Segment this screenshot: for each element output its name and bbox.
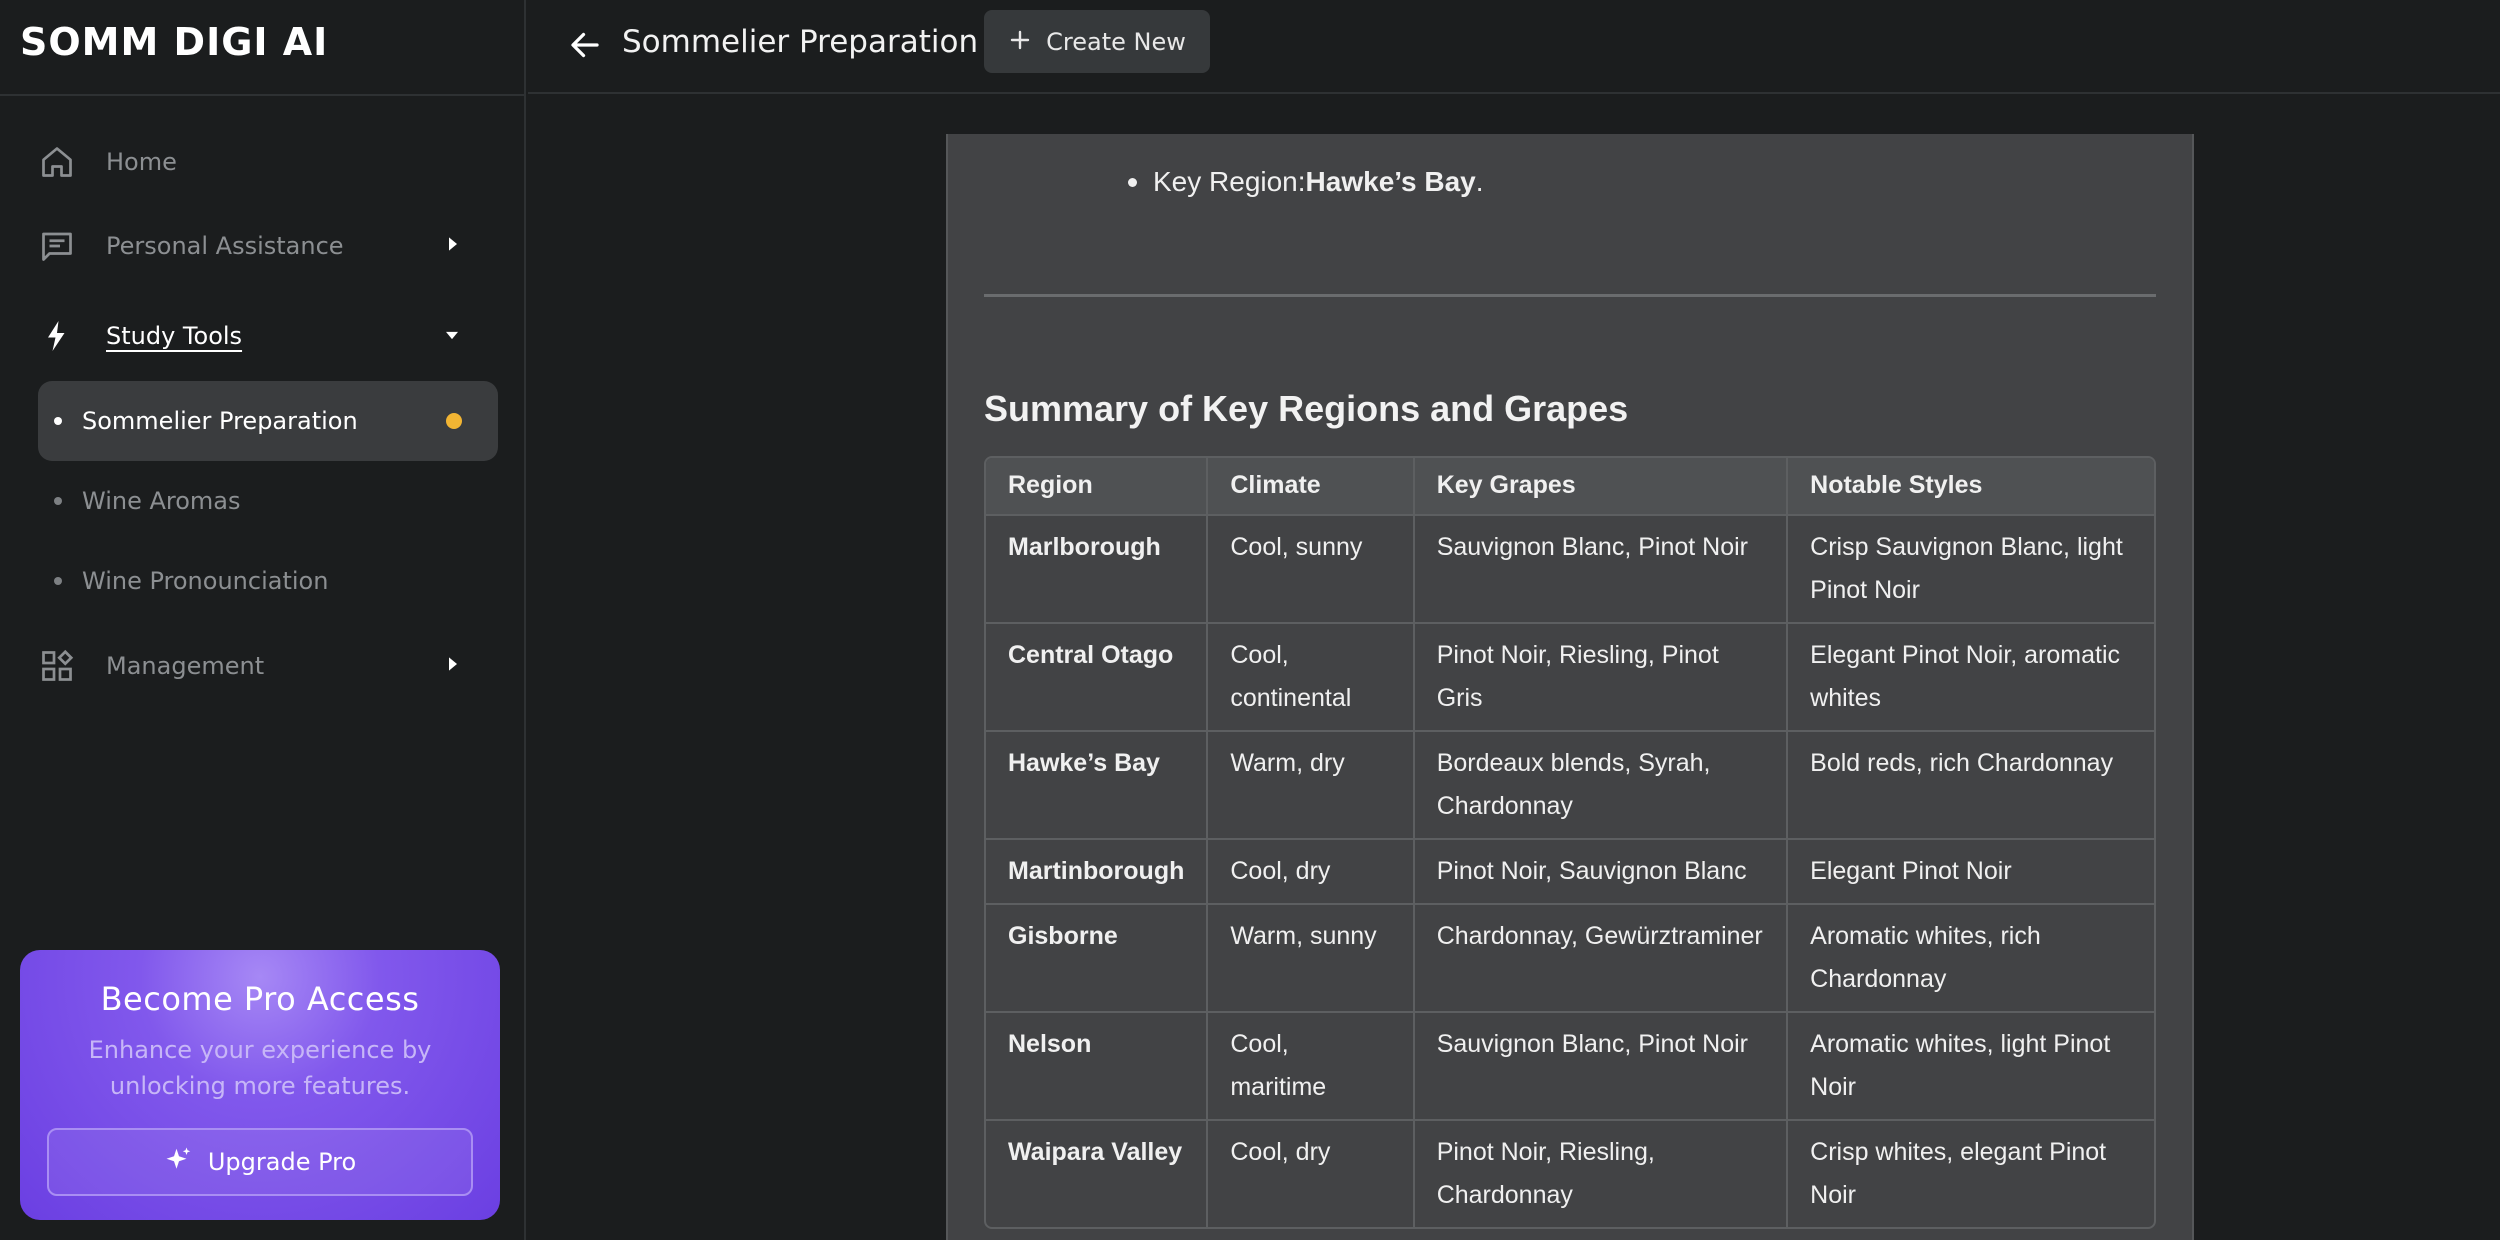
key-region-bullet: Key Region: Hawke’s Bay. xyxy=(1128,166,1484,198)
bullet xyxy=(54,417,62,425)
pro-promo-card: Become Pro Access Enhance your experienc… xyxy=(20,950,500,1220)
brand-logo[interactable]: SOMM DIGI AI xyxy=(20,20,328,68)
table-header-row: Region Climate Key Grapes Notable Styles xyxy=(986,458,2154,516)
column-header: Notable Styles xyxy=(1788,458,2154,516)
table-row: Waipara Valley Cool, dry Pinot Noir, Rie… xyxy=(986,1121,2154,1227)
styles-cell: Aromatic whites, rich Chardonnay xyxy=(1788,905,2154,1013)
sidebar-item-home[interactable]: Home xyxy=(38,134,488,190)
bolt-icon xyxy=(38,317,76,355)
sparkle-star-icon xyxy=(164,1145,194,1179)
styles-cell: Aromatic whites, light Pinot Noir xyxy=(1788,1013,2154,1121)
section-title: Summary of Key Regions and Grapes xyxy=(984,388,1629,429)
sidebar-subitem-label: Wine Pronounciation xyxy=(82,567,329,595)
sidebar-item-study-tools[interactable]: Study Tools xyxy=(38,308,488,364)
column-header: Region xyxy=(986,458,1209,516)
horizontal-rule xyxy=(984,294,2156,297)
region-cell: Hawke’s Bay xyxy=(986,732,1209,840)
styles-cell: Crisp Sauvignon Blanc, light Pinot Noir xyxy=(1788,516,2154,624)
climate-cell: Cool, dry xyxy=(1208,840,1415,905)
grapes-cell: Pinot Noir, Sauvignon Blanc xyxy=(1414,840,1789,905)
promo-title: Become Pro Access xyxy=(100,980,420,1018)
grapes-cell: Bordeaux blends, Syrah, Chardonnay xyxy=(1414,732,1789,840)
regions-table: Region Climate Key Grapes Notable Styles… xyxy=(984,456,2156,1229)
chat-icon xyxy=(38,227,76,265)
content-card: Key Region: Hawke’s Bay. Summary of Key … xyxy=(946,134,2194,1240)
sidebar-item-management[interactable]: Management xyxy=(38,638,488,694)
styles-cell: Bold reds, rich Chardonnay xyxy=(1788,732,2154,840)
create-new-label: Create New xyxy=(1046,27,1186,56)
climate-cell: Warm, dry xyxy=(1208,732,1415,840)
sidebar: SOMM DIGI AI Home Personal Assistance St… xyxy=(0,0,526,1240)
grapes-cell: Sauvignon Blanc, Pinot Noir xyxy=(1414,1013,1789,1121)
climate-cell: Cool, sunny xyxy=(1208,516,1415,624)
bullet-prefix: Key Region: xyxy=(1153,166,1306,197)
climate-cell: Cool, continental xyxy=(1208,624,1415,732)
climate-cell: Cool, dry xyxy=(1208,1121,1415,1227)
region-cell: Marlborough xyxy=(986,516,1209,624)
arrow-left-icon xyxy=(567,27,603,67)
sidebar-item-label: Personal Assistance xyxy=(106,232,344,260)
grapes-cell: Pinot Noir, Riesling, Pinot Gris xyxy=(1414,624,1789,732)
bullet-suffix: . xyxy=(1475,166,1484,197)
sidebar-item-label: Study Tools xyxy=(106,322,243,350)
climate-cell: Warm, sunny xyxy=(1208,905,1415,1013)
back-button[interactable] xyxy=(560,22,610,72)
plus-icon xyxy=(1008,28,1032,56)
home-icon xyxy=(38,143,76,181)
table-row: Nelson Cool, maritime Sauvignon Blanc, P… xyxy=(986,1013,2154,1121)
table-row: Martinborough Cool, dry Pinot Noir, Sauv… xyxy=(986,840,2154,905)
table-row: Central Otago Cool, continental Pinot No… xyxy=(986,624,2154,732)
styles-cell: Elegant Pinot Noir, aromatic whites xyxy=(1788,624,2154,732)
table-row: Gisborne Warm, sunny Chardonnay, Gewürzt… xyxy=(986,905,2154,1013)
page-title: Sommelier Preparation xyxy=(622,24,979,60)
sidebar-item-label: Management xyxy=(106,652,265,680)
bullet xyxy=(1128,177,1137,187)
climate-cell: Cool, maritime xyxy=(1208,1013,1415,1121)
upgrade-pro-button[interactable]: Upgrade Pro xyxy=(47,1128,473,1196)
table-row: Marlborough Cool, sunny Sauvignon Blanc,… xyxy=(986,516,2154,624)
sidebar-item-personal-assistance[interactable]: Personal Assistance xyxy=(38,218,488,274)
table-row: Hawke’s Bay Warm, dry Bordeaux blends, S… xyxy=(986,732,2154,840)
region-cell: Central Otago xyxy=(986,624,1209,732)
sidebar-subitem-sommelier-preparation[interactable]: Sommelier Preparation xyxy=(38,381,498,461)
bullet-region: Hawke’s Bay xyxy=(1305,166,1476,197)
chevron-right-icon xyxy=(446,656,460,676)
grid-icon xyxy=(38,647,76,685)
divider xyxy=(0,94,526,96)
app-root: SOMM DIGI AI Home Personal Assistance St… xyxy=(0,0,2500,1240)
region-cell: Nelson xyxy=(986,1013,1209,1121)
region-cell: Waipara Valley xyxy=(986,1121,1209,1227)
bullet xyxy=(54,497,62,505)
region-cell: Martinborough xyxy=(986,840,1209,905)
sidebar-subitem-label: Sommelier Preparation xyxy=(82,407,358,435)
grapes-cell: Pinot Noir, Riesling, Chardonnay xyxy=(1415,1121,1789,1227)
status-dot xyxy=(446,413,462,429)
styles-cell: Crisp whites, elegant Pinot Noir xyxy=(1810,1138,2107,1209)
styles-cell: Elegant Pinot Noir xyxy=(1788,840,2154,905)
bullet xyxy=(54,577,62,585)
column-header: Key Grapes xyxy=(1414,458,1789,516)
create-new-button[interactable]: Create New xyxy=(984,10,1210,73)
sidebar-subitem-wine-pronounciation[interactable]: Wine Pronounciation xyxy=(38,541,498,621)
grapes-cell: Chardonnay, Gewürztraminer xyxy=(1414,905,1789,1013)
grapes-cell: Sauvignon Blanc, Pinot Noir xyxy=(1414,516,1789,624)
promo-subtitle: Enhance your experience by unlocking mor… xyxy=(88,1036,432,1100)
column-header: Climate xyxy=(1208,458,1415,516)
sidebar-subitem-label: Wine Aromas xyxy=(82,487,241,515)
top-bar: Sommelier Preparation Create New xyxy=(528,0,2500,94)
upgrade-pro-label: Upgrade Pro xyxy=(207,1148,357,1176)
region-cell: Gisborne xyxy=(986,905,1209,1013)
sidebar-item-label: Home xyxy=(106,148,177,176)
chevron-right-icon xyxy=(446,236,460,256)
chevron-down-icon xyxy=(444,327,460,346)
sidebar-subitem-wine-aromas[interactable]: Wine Aromas xyxy=(38,461,498,541)
